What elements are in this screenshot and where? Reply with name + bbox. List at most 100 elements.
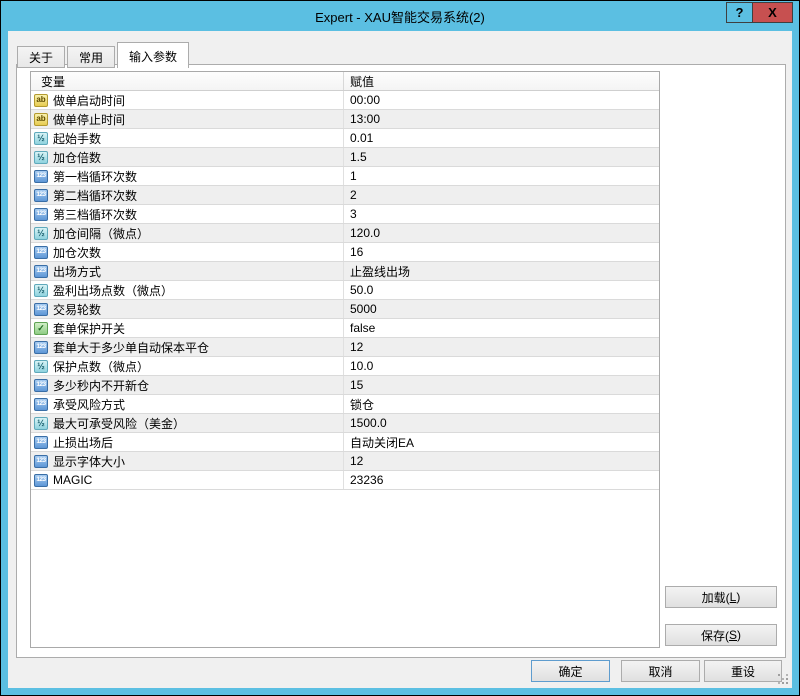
help-icon: ? bbox=[736, 5, 744, 20]
parameters-table: 变量 赋值 ab 做单启动时间 00:00 ab 做单停止时间 13:00 ½ … bbox=[30, 71, 660, 648]
param-value[interactable]: 3 bbox=[343, 205, 659, 223]
help-button[interactable]: ? bbox=[726, 2, 752, 23]
param-row[interactable]: ✓ 套单保护开关 false bbox=[31, 319, 659, 338]
param-label: 盈利出场点数（微点） bbox=[53, 282, 173, 299]
table-rows: ab 做单启动时间 00:00 ab 做单停止时间 13:00 ½ 起始手数 0… bbox=[31, 91, 659, 490]
param-value[interactable]: 23236 bbox=[343, 471, 659, 489]
dialog-body: 关于 常用 输入参数 变量 赋值 ab 做单启动时间 00:00 ab bbox=[8, 31, 792, 688]
param-label: 加仓倍数 bbox=[53, 149, 101, 166]
param-row[interactable]: ½ 保护点数（微点） 10.0 bbox=[31, 357, 659, 376]
param-value[interactable]: 止盈线出场 bbox=[343, 262, 659, 280]
param-value[interactable]: 12 bbox=[343, 338, 659, 356]
param-label: 做单启动时间 bbox=[53, 92, 125, 109]
tab-about[interactable]: 关于 bbox=[17, 46, 65, 68]
param-label: 第二档循环次数 bbox=[53, 187, 137, 204]
bool-icon: ✓ bbox=[34, 322, 48, 335]
save-button[interactable]: 保存(S) bbox=[665, 624, 777, 646]
column-header-variable: 变量 bbox=[31, 73, 343, 90]
param-label: 起始手数 bbox=[53, 130, 101, 147]
table-header: 变量 赋值 bbox=[31, 72, 659, 91]
param-value[interactable]: 120.0 bbox=[343, 224, 659, 242]
cancel-button[interactable]: 取消 bbox=[621, 660, 700, 682]
param-row[interactable]: ½ 最大可承受风险（美金） 1500.0 bbox=[31, 414, 659, 433]
param-label: 套单大于多少单自动保本平仓 bbox=[53, 339, 209, 356]
double-icon: ½ bbox=[34, 417, 48, 430]
integer-icon: 123 bbox=[34, 170, 48, 183]
double-icon: ½ bbox=[34, 151, 48, 164]
param-row[interactable]: ½ 加仓间隔（微点） 120.0 bbox=[31, 224, 659, 243]
param-label: 第一档循环次数 bbox=[53, 168, 137, 185]
double-icon: ½ bbox=[34, 284, 48, 297]
param-row[interactable]: ab 做单停止时间 13:00 bbox=[31, 110, 659, 129]
window-controls: ? X bbox=[726, 2, 793, 23]
param-label: 第三档循环次数 bbox=[53, 206, 137, 223]
param-value[interactable]: 自动关闭EA bbox=[343, 433, 659, 451]
param-row[interactable]: 123 第一档循环次数 1 bbox=[31, 167, 659, 186]
ok-button[interactable]: 确定 bbox=[531, 660, 610, 682]
integer-icon: 123 bbox=[34, 208, 48, 221]
param-value[interactable]: 10.0 bbox=[343, 357, 659, 375]
param-row[interactable]: 123 加仓次数 16 bbox=[31, 243, 659, 262]
close-button[interactable]: X bbox=[752, 2, 793, 23]
param-value[interactable]: 16 bbox=[343, 243, 659, 261]
string-icon: ab bbox=[34, 94, 48, 107]
integer-icon: 123 bbox=[34, 303, 48, 316]
param-row[interactable]: 123 止损出场后 自动关闭EA bbox=[31, 433, 659, 452]
param-row[interactable]: 123 多少秒内不开新仓 15 bbox=[31, 376, 659, 395]
param-row[interactable]: ½ 起始手数 0.01 bbox=[31, 129, 659, 148]
param-row[interactable]: 123 第二档循环次数 2 bbox=[31, 186, 659, 205]
inputs-tab-page: 变量 赋值 ab 做单启动时间 00:00 ab 做单停止时间 13:00 ½ … bbox=[16, 64, 786, 658]
double-icon: ½ bbox=[34, 132, 48, 145]
param-row[interactable]: ab 做单启动时间 00:00 bbox=[31, 91, 659, 110]
param-value[interactable]: 12 bbox=[343, 452, 659, 470]
param-value[interactable]: 0.01 bbox=[343, 129, 659, 147]
integer-icon: 123 bbox=[34, 265, 48, 278]
integer-icon: 123 bbox=[34, 436, 48, 449]
param-value[interactable]: 2 bbox=[343, 186, 659, 204]
param-value[interactable]: 15 bbox=[343, 376, 659, 394]
integer-icon: 123 bbox=[34, 246, 48, 259]
param-value[interactable]: 00:00 bbox=[343, 91, 659, 109]
param-label: 最大可承受风险（美金） bbox=[53, 415, 185, 432]
param-label: 止损出场后 bbox=[53, 434, 113, 451]
integer-icon: 123 bbox=[34, 341, 48, 354]
integer-icon: 123 bbox=[34, 474, 48, 487]
resize-grip[interactable] bbox=[778, 674, 790, 686]
param-value[interactable]: 1 bbox=[343, 167, 659, 185]
param-row[interactable]: 123 交易轮数 5000 bbox=[31, 300, 659, 319]
tab-common[interactable]: 常用 bbox=[67, 46, 115, 68]
param-value[interactable]: 5000 bbox=[343, 300, 659, 318]
param-row[interactable]: 123 承受风险方式 锁仓 bbox=[31, 395, 659, 414]
param-value[interactable]: 13:00 bbox=[343, 110, 659, 128]
param-label: 加仓间隔（微点） bbox=[53, 225, 149, 242]
integer-icon: 123 bbox=[34, 398, 48, 411]
param-value[interactable]: 锁仓 bbox=[343, 395, 659, 413]
param-row[interactable]: ½ 盈利出场点数（微点） 50.0 bbox=[31, 281, 659, 300]
param-row[interactable]: 123 MAGIC 23236 bbox=[31, 471, 659, 490]
load-button[interactable]: 加载(L) bbox=[665, 586, 777, 608]
column-header-value: 赋值 bbox=[343, 72, 659, 90]
param-label: 承受风险方式 bbox=[53, 396, 125, 413]
param-value[interactable]: 50.0 bbox=[343, 281, 659, 299]
param-row[interactable]: 123 套单大于多少单自动保本平仓 12 bbox=[31, 338, 659, 357]
integer-icon: 123 bbox=[34, 189, 48, 202]
double-icon: ½ bbox=[34, 360, 48, 373]
window-title: Expert - XAU智能交易系统(2) bbox=[315, 7, 485, 26]
param-row[interactable]: 123 出场方式 止盈线出场 bbox=[31, 262, 659, 281]
param-label: 交易轮数 bbox=[53, 301, 101, 318]
param-value[interactable]: 1.5 bbox=[343, 148, 659, 166]
integer-icon: 123 bbox=[34, 455, 48, 468]
tab-inputs[interactable]: 输入参数 bbox=[117, 42, 189, 68]
param-value[interactable]: false bbox=[343, 319, 659, 337]
param-label: 加仓次数 bbox=[53, 244, 101, 261]
param-row[interactable]: 123 显示字体大小 12 bbox=[31, 452, 659, 471]
reset-button[interactable]: 重设 bbox=[704, 660, 782, 682]
string-icon: ab bbox=[34, 113, 48, 126]
param-label: 出场方式 bbox=[53, 263, 101, 280]
double-icon: ½ bbox=[34, 227, 48, 240]
param-row[interactable]: ½ 加仓倍数 1.5 bbox=[31, 148, 659, 167]
param-label: 做单停止时间 bbox=[53, 111, 125, 128]
param-value[interactable]: 1500.0 bbox=[343, 414, 659, 432]
param-row[interactable]: 123 第三档循环次数 3 bbox=[31, 205, 659, 224]
title-bar[interactable]: Expert - XAU智能交易系统(2) ? X bbox=[1, 1, 799, 31]
